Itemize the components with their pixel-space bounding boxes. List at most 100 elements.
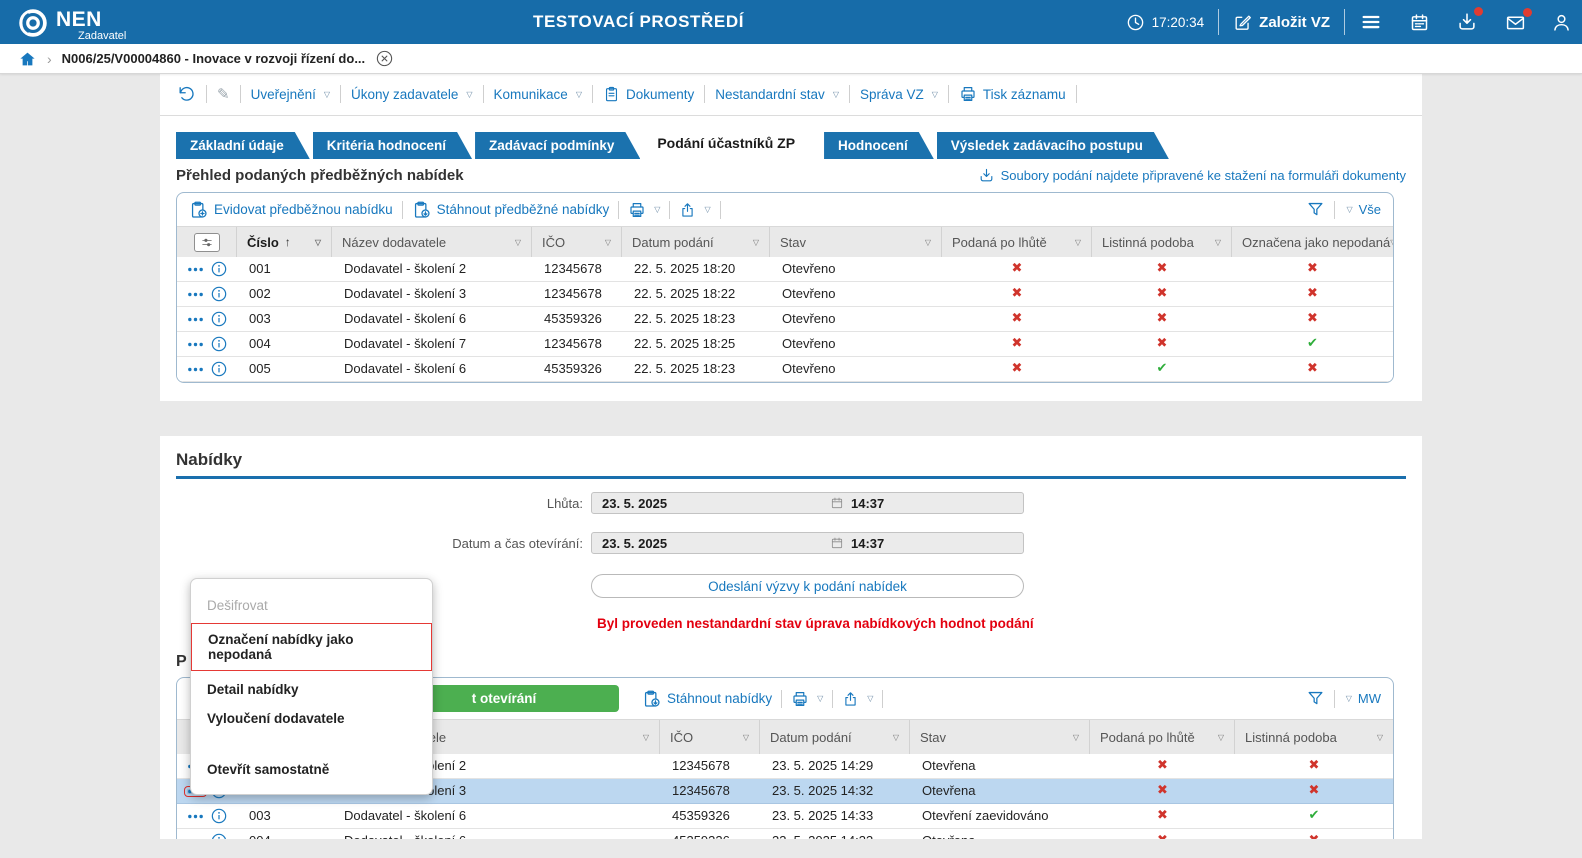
filter-caret-icon[interactable]: ▽ — [1218, 733, 1224, 742]
tab-podani-ucastniku-zp[interactable]: Podání účastníků ZP — [643, 127, 821, 159]
filter-icon[interactable] — [1306, 689, 1325, 708]
row-menu-button[interactable] — [187, 367, 204, 372]
close-tab-icon[interactable] — [375, 49, 394, 68]
export-table-button[interactable]: ▽ — [842, 690, 873, 708]
row-info-button[interactable] — [211, 833, 227, 839]
tab-hodnoceni[interactable]: Hodnocení — [824, 132, 934, 159]
create-vz-button[interactable]: Založit VZ — [1233, 13, 1330, 32]
messages-button[interactable] — [1504, 12, 1527, 33]
row-info-button[interactable] — [211, 261, 227, 277]
toolbar-item-nestandardni-stav[interactable]: Nestandardní stav▽ — [715, 87, 839, 102]
column-header-po-lhute[interactable]: Podaná po lhůtě▽ — [942, 227, 1092, 257]
table-row[interactable]: 004 Dodavatel - školení 6 45359326 23. 5… — [177, 829, 1393, 839]
opening-date-input[interactable]: 23. 5. 2025 — [592, 536, 830, 551]
column-header-stav[interactable]: Stav▽ — [910, 720, 1090, 754]
download-prelim-offers-button[interactable]: Stáhnout předběžné nabídky — [412, 200, 610, 219]
menu-item-vylouceni-dodavatele[interactable]: Vyloučení dodavatele — [191, 704, 432, 733]
hamburger-icon — [1359, 11, 1383, 33]
filter-caret-icon[interactable]: ▽ — [605, 238, 611, 247]
table-row[interactable]: 001 Dodavatel - školení 2 12345678 22. 5… — [177, 257, 1393, 282]
filter-caret-icon[interactable]: ▽ — [1073, 733, 1079, 742]
files-download-link[interactable]: Soubory podání najdete připravené ke sta… — [978, 167, 1406, 184]
filter-caret-icon[interactable]: ▽ — [315, 238, 321, 247]
column-header-nazev[interactable]: Název dodavatele▽ — [332, 227, 532, 257]
downloads-button[interactable] — [1456, 11, 1478, 33]
row-menu-button[interactable] — [187, 839, 204, 840]
column-settings-button[interactable] — [177, 227, 237, 257]
download-offers-button[interactable]: Stáhnout nabídky — [642, 689, 772, 708]
menu-item-detail-nabidky[interactable]: Detail nabídky — [191, 675, 432, 704]
row-menu-button[interactable] — [187, 267, 204, 272]
column-header-datum[interactable]: Datum podání▽ — [622, 227, 770, 257]
row-info-button[interactable] — [211, 336, 227, 352]
profile-button[interactable] — [1551, 12, 1572, 33]
tab-kriteria-hodnoceni[interactable]: Kritéria hodnocení — [313, 132, 472, 159]
send-call-for-offers-button[interactable]: Odeslání výzvy k podání nabídek — [591, 574, 1024, 598]
menu-item-otevrit-samostatne[interactable]: Otevřít samostatně — [191, 755, 432, 784]
filter-caret-icon[interactable]: ▽ — [1215, 238, 1221, 247]
row-menu-button[interactable] — [187, 342, 204, 347]
deadline-field[interactable]: 23. 5. 2025 14:37 — [591, 492, 1024, 514]
column-header-ico[interactable]: IČO▽ — [660, 720, 760, 754]
toolbar-item-sprava-vz[interactable]: Správa VZ▽ — [860, 87, 938, 102]
menu-item-oznaceni-nepodana[interactable]: Označení nabídky jako nepodaná — [191, 623, 432, 671]
toolbar-item-tisk-zaznamu[interactable]: Tisk záznamu — [959, 85, 1066, 103]
filter-caret-icon[interactable]: ▽ — [753, 238, 759, 247]
filter-caret-icon[interactable]: ▽ — [925, 238, 931, 247]
tab-zakladni-udaje[interactable]: Základní údaje — [176, 132, 310, 159]
opening-field[interactable]: 23. 5. 2025 14:37 — [591, 532, 1024, 554]
toolbar-item-ukony-zadavatele[interactable]: Úkony zadavatele▽ — [351, 87, 472, 102]
register-prelim-offer-button[interactable]: Evidovat předběžnou nabídku — [189, 200, 393, 219]
table-row[interactable]: 002 Dodavatel - školení 3 12345678 22. 5… — [177, 282, 1393, 307]
view-selector[interactable]: ▽Vše — [1344, 202, 1381, 217]
tab-vysledek[interactable]: Výsledek zadávacího postupu — [937, 132, 1169, 159]
row-menu-button[interactable] — [187, 814, 204, 819]
print-table-button[interactable]: ▽ — [791, 690, 823, 708]
breadcrumb-record[interactable]: N006/25/V00004860 - Inovace v rozvoji ří… — [62, 51, 365, 66]
cell-datum-podani: 22. 5. 2025 18:25 — [622, 332, 770, 357]
toolbar-item-komunikace[interactable]: Komunikace▽ — [494, 87, 582, 102]
table-row[interactable]: 003 Dodavatel - školení 6 45359326 22. 5… — [177, 307, 1393, 332]
column-header-ico[interactable]: IČO▽ — [532, 227, 622, 257]
column-header-cislo[interactable]: Číslo↑▽ — [237, 227, 332, 257]
filter-caret-icon[interactable]: ▽ — [515, 238, 521, 247]
row-menu-button[interactable] — [187, 292, 204, 297]
opening-time-input[interactable]: 14:37 — [851, 536, 884, 551]
row-info-button[interactable] — [211, 808, 227, 824]
export-table-button[interactable]: ▽ — [679, 201, 710, 219]
nen-logo[interactable]: NEN Zadavatel — [18, 3, 268, 42]
column-header-po-lhute[interactable]: Podaná po lhůtě▽ — [1090, 720, 1235, 754]
filter-caret-icon[interactable]: ▽ — [1075, 238, 1081, 247]
toolbar-item-uverejneni[interactable]: Uveřejnění▽ — [251, 87, 330, 102]
menu-button[interactable] — [1359, 11, 1383, 33]
filter-caret-icon[interactable]: ▽ — [893, 733, 899, 742]
filter-caret-icon[interactable]: ▽ — [1390, 238, 1393, 247]
edit-record-icon[interactable]: ✎ — [217, 85, 230, 103]
toolbar-item-dokumenty[interactable]: Dokumenty — [603, 85, 694, 103]
home-icon[interactable] — [18, 50, 37, 68]
column-header-stav[interactable]: Stav▽ — [770, 227, 942, 257]
calendar-button[interactable] — [1409, 12, 1430, 33]
filter-caret-icon[interactable]: ▽ — [643, 733, 649, 742]
print-table-button[interactable]: ▽ — [628, 201, 660, 219]
row-info-button[interactable] — [211, 361, 227, 377]
filter-caret-icon[interactable]: ▽ — [1377, 733, 1383, 742]
deadline-date-input[interactable]: 23. 5. 2025 — [592, 496, 830, 511]
cell-datum-podani: 23. 5. 2025 14:33 — [760, 804, 910, 829]
column-header-listinna[interactable]: Listinná podoba▽ — [1092, 227, 1232, 257]
table-row[interactable]: 003 Dodavatel - školení 6 45359326 23. 5… — [177, 804, 1393, 829]
table-row[interactable]: 005 Dodavatel - školení 6 45359326 22. 5… — [177, 357, 1393, 382]
deadline-time-input[interactable]: 14:37 — [851, 496, 884, 511]
column-header-datum[interactable]: Datum podání▽ — [760, 720, 910, 754]
history-icon[interactable] — [176, 84, 196, 104]
row-info-button[interactable] — [211, 311, 227, 327]
filter-caret-icon[interactable]: ▽ — [743, 733, 749, 742]
table-row[interactable]: 004 Dodavatel - školení 7 12345678 22. 5… — [177, 332, 1393, 357]
row-menu-button[interactable] — [187, 317, 204, 322]
filter-icon[interactable] — [1306, 200, 1325, 219]
row-info-button[interactable] — [211, 286, 227, 302]
tab-zadavaci-podminky[interactable]: Zadávací podmínky — [475, 132, 640, 159]
column-header-nepodana[interactable]: Označena jako nepodaná▽ — [1232, 227, 1393, 257]
column-header-listinna[interactable]: Listinná podoba▽ — [1235, 720, 1393, 754]
view-selector[interactable]: ▽MW — [1344, 691, 1381, 706]
